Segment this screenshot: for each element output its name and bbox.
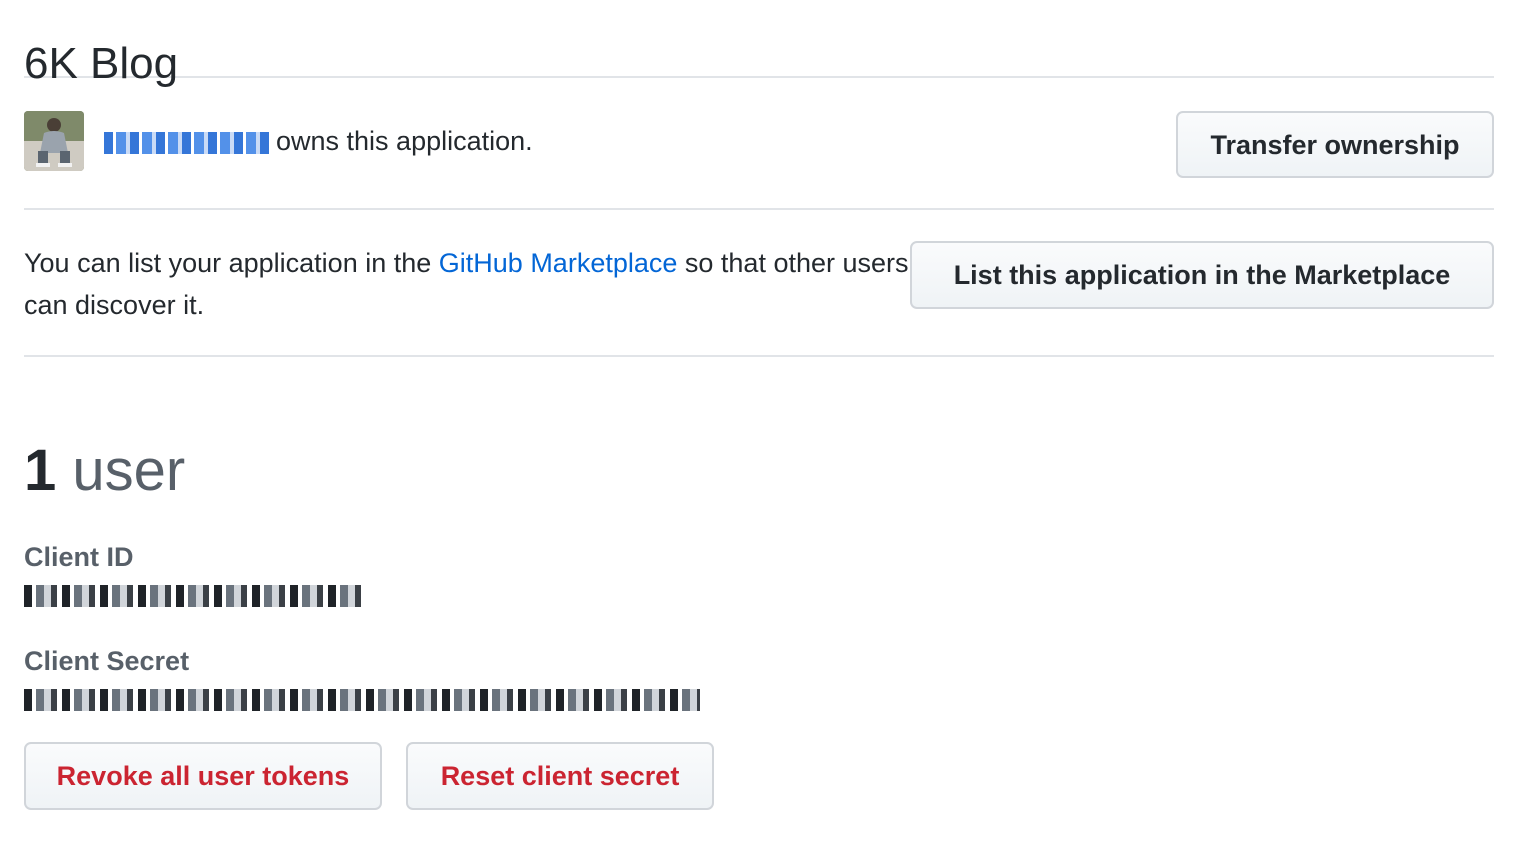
user-count-number: 1	[24, 438, 57, 503]
transfer-ownership-button[interactable]: Transfer ownership	[1176, 111, 1494, 178]
client-secret-label: Client Secret	[24, 646, 190, 676]
owner-username-link[interactable]	[104, 131, 270, 154]
avatar-photo-icon	[24, 111, 84, 171]
marketplace-description: You can list your application in the Git…	[24, 242, 914, 326]
github-marketplace-link[interactable]: GitHub Marketplace	[439, 248, 678, 278]
list-in-marketplace-button[interactable]: List this application in the Marketplace	[910, 241, 1494, 309]
reset-client-secret-button[interactable]: Reset client secret	[406, 742, 714, 810]
client-id-label: Client ID	[24, 542, 134, 572]
owner-avatar[interactable]	[24, 111, 84, 171]
marketplace-section: You can list your application in the Git…	[24, 210, 1494, 355]
owner-section: owns this application. Transfer ownershi…	[24, 78, 1494, 208]
owner-statement: owns this application.	[104, 124, 533, 158]
marketplace-text-before: You can list your application in the	[24, 248, 439, 278]
client-secret-value-redacted	[24, 689, 700, 711]
page-title: 6K Blog	[24, 39, 179, 88]
revoke-all-user-tokens-button[interactable]: Revoke all user tokens	[24, 742, 382, 810]
client-id-value-redacted	[24, 585, 362, 607]
application-settings-page: 6K Blog owns this application. Transfer …	[24, 0, 1494, 810]
user-count-label: user	[72, 438, 186, 503]
user-count: 1 user	[24, 438, 185, 504]
owner-statement-text: owns this application.	[276, 126, 533, 156]
divider	[24, 355, 1494, 357]
